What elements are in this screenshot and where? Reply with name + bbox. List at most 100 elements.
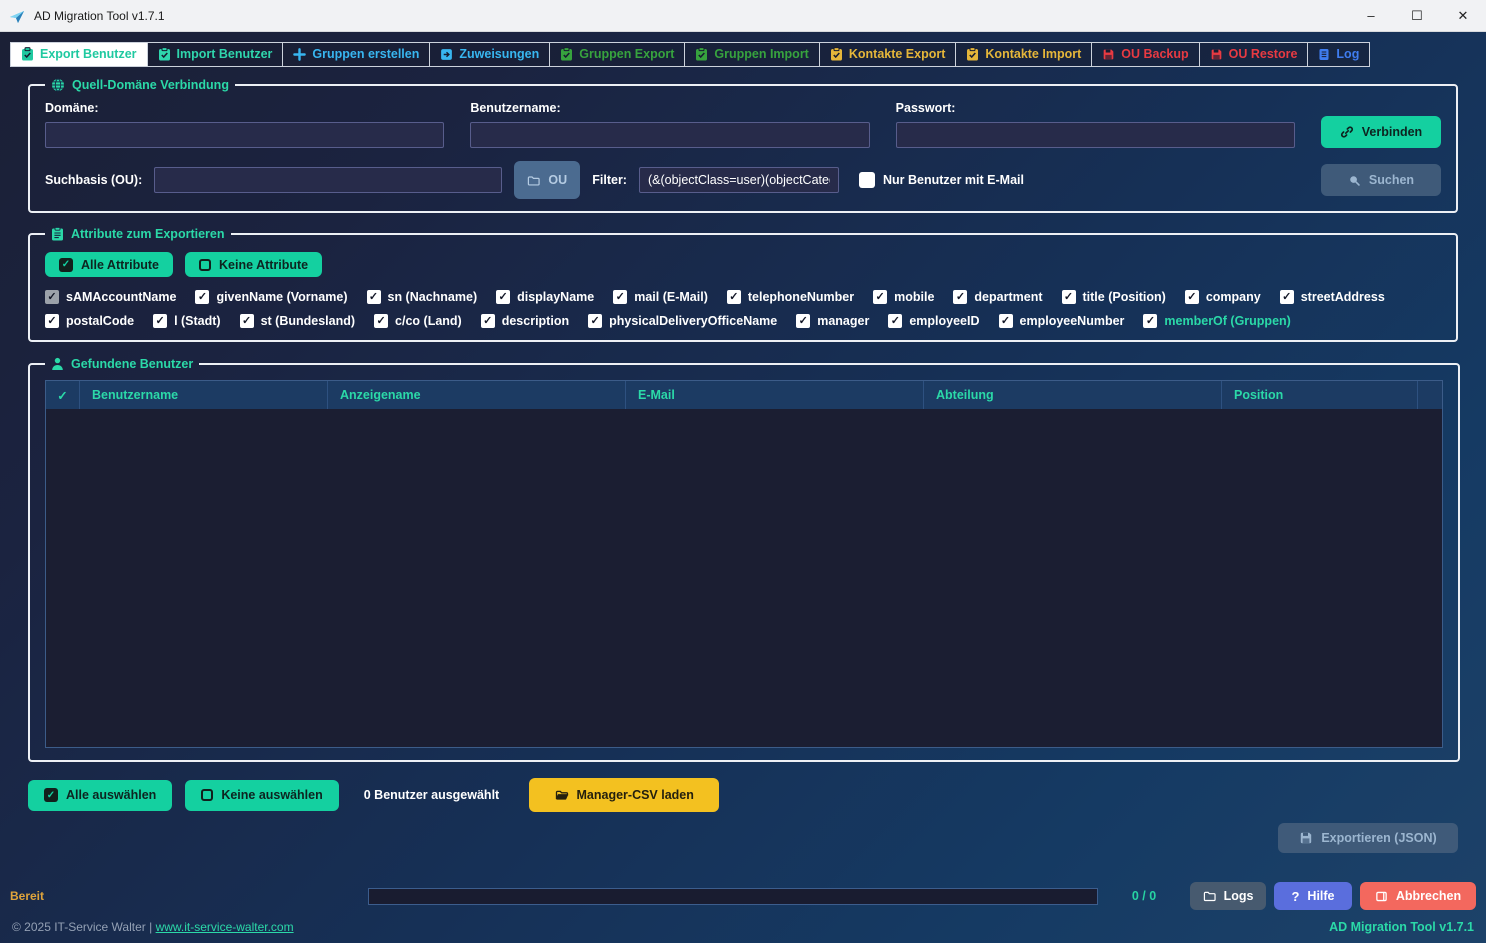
attribute-givenname-vorname[interactable]: ✓givenName (Vorname) [195,290,347,304]
footer-version: AD Migration Tool v1.7.1 [1329,920,1474,934]
results-table-body[interactable] [46,409,1442,747]
copyright-text: © 2025 IT-Service Walter | www.it-servic… [12,920,294,934]
column-header-e-mail[interactable]: E-Mail [626,381,924,409]
tab-ou-backup[interactable]: OU Backup [1091,42,1199,67]
column-header-anzeigename[interactable]: Anzeigename [328,381,626,409]
search-button[interactable]: Suchen [1321,164,1441,196]
results-table-header: ✓BenutzernameAnzeigenameE-MailAbteilungP… [46,381,1442,409]
website-link[interactable]: www.it-service-walter.com [156,920,294,934]
password-input[interactable] [896,122,1295,148]
attribute-st-bundesland[interactable]: ✓st (Bundesland) [240,314,355,328]
column-header-position[interactable]: Position [1222,381,1418,409]
attribute-employeeid[interactable]: ✓employeeID [888,314,979,328]
attribute-department[interactable]: ✓ department [953,290,1042,304]
save-icon [1299,831,1313,845]
select-all-button[interactable]: ✓ Alle auswählen [28,780,172,811]
attribute-postalcode[interactable]: ✓postalCode [45,314,134,328]
attribute-manager[interactable]: ✓manager [796,314,869,328]
attribute-displayname[interactable]: ✓ displayName [496,290,594,304]
attribute-physicaldeliveryofficename[interactable]: ✓physicalDeliveryOfficeName [588,314,777,328]
searchbase-input[interactable] [154,167,502,193]
cancel-button[interactable]: Abbrechen [1360,882,1476,910]
progress-bar [368,888,1098,905]
attribute-sn-nachname[interactable]: ✓sn (Nachname) [367,290,478,304]
window-title: AD Migration Tool v1.7.1 [34,9,165,23]
help-button[interactable]: ? Hilfe [1274,882,1352,910]
attribute-label: title (Position) [1083,290,1166,304]
clipboard-icon [830,47,843,61]
close-button[interactable]: ✕ [1440,0,1486,31]
attribute-label: displayName [517,290,594,304]
attribute-streetaddress[interactable]: ✓streetAddress [1280,290,1385,304]
tab-gruppen-erstellen[interactable]: Gruppen erstellen [282,42,430,67]
attribute-company[interactable]: ✓company [1185,290,1261,304]
plus-icon [293,48,306,61]
attribute-employeenumber[interactable]: ✓employeeNumber [999,314,1125,328]
attribute-description[interactable]: ✓description [481,314,569,328]
attribute-samaccountname[interactable]: ✓sAMAccountName [45,290,176,304]
connection-legend-text: Quell-Domäne Verbindung [72,78,229,92]
username-input[interactable] [470,122,869,148]
connect-button[interactable]: Verbinden [1321,116,1441,148]
attribute-memberof-gruppen[interactable]: ✓memberOf (Gruppen) [1143,314,1290,328]
tab-label: Kontakte Export [849,47,946,61]
manager-csv-button[interactable]: Manager-CSV laden [529,778,719,812]
attribute-mobile[interactable]: ✓mobile [873,290,934,304]
status-text: Bereit [10,889,368,903]
tab-gruppen-export[interactable]: Gruppen Export [549,42,685,67]
tab-log[interactable]: Log [1307,42,1370,67]
save-icon [1210,48,1223,61]
clipboard-icon [695,47,708,61]
column-header-filler [1418,381,1442,409]
clipboard-icon [21,47,34,61]
export-json-button[interactable]: Exportieren (JSON) [1278,823,1458,853]
attribute-c-co-land[interactable]: ✓c/co (Land) [374,314,462,328]
searchbase-label: Suchbasis (OU): [45,173,142,187]
tab-label: Gruppen Import [714,47,808,61]
attribute-telephonenumber[interactable]: ✓telephoneNumber [727,290,854,304]
email-only-checkbox[interactable]: ✓ Nur Benutzer mit E-Mail [859,172,1024,188]
results-table: ✓BenutzernameAnzeigenameE-MailAbteilungP… [45,380,1443,748]
folder-icon [527,174,540,187]
select-none-button[interactable]: ✓ Keine auswählen [185,780,338,811]
tab-gruppen-import[interactable]: Gruppen Import [684,42,819,67]
domain-input[interactable] [45,122,444,148]
email-only-label: Nur Benutzer mit E-Mail [883,173,1024,187]
logs-button[interactable]: Logs [1190,882,1266,910]
column-header-benutzername[interactable]: Benutzername [80,381,328,409]
all-attributes-button[interactable]: ✓ Alle Attribute [45,252,173,277]
attribute-label: c/co (Land) [395,314,462,328]
attribute-mail-e-mail[interactable]: ✓mail (E-Mail) [613,290,708,304]
checked-box-icon: ✓ [44,788,58,802]
tab-zuweisungen[interactable]: Zuweisungen [429,42,550,67]
maximize-button[interactable]: ☐ [1394,0,1440,31]
column-header-check[interactable]: ✓ [46,381,80,409]
tab-kontakte-export[interactable]: Kontakte Export [819,42,957,67]
checkbox-icon: ✓ [496,290,510,304]
no-attributes-button[interactable]: ✓ Keine Attribute [185,252,322,277]
tab-kontakte-import[interactable]: Kontakte Import [955,42,1092,67]
unchecked-box-icon: ✓ [201,789,213,801]
log-icon [1318,48,1330,61]
tab-label: OU Restore [1229,47,1298,61]
checked-box-icon: ✓ [59,258,73,272]
stop-icon [1375,890,1388,903]
checkbox-icon: ✓ [153,314,167,328]
attribute-l-stadt[interactable]: ✓l (Stadt) [153,314,221,328]
attribute-title-position[interactable]: ✓title (Position) [1062,290,1166,304]
minimize-button[interactable]: – [1348,0,1394,31]
filter-input[interactable] [639,167,839,193]
tab-ou-restore[interactable]: OU Restore [1199,42,1309,67]
column-header-abteilung[interactable]: Abteilung [924,381,1222,409]
progress-count: 0 / 0 [1098,889,1190,903]
selection-row: ✓ Alle auswählen ✓ Keine auswählen 0 Ben… [28,778,1458,812]
attribute-label: mail (E-Mail) [634,290,708,304]
save-icon [1102,48,1115,61]
tab-import-benutzer[interactable]: Import Benutzer [147,42,284,67]
tab-export-benutzer[interactable]: Export Benutzer [10,42,148,67]
checkbox-icon: ✓ [953,290,967,304]
tab-label: Export Benutzer [40,47,137,61]
attributes-legend-text: Attribute zum Exportieren [71,227,225,241]
attribute-label: department [974,290,1042,304]
ou-browse-button[interactable]: OU [514,161,580,199]
